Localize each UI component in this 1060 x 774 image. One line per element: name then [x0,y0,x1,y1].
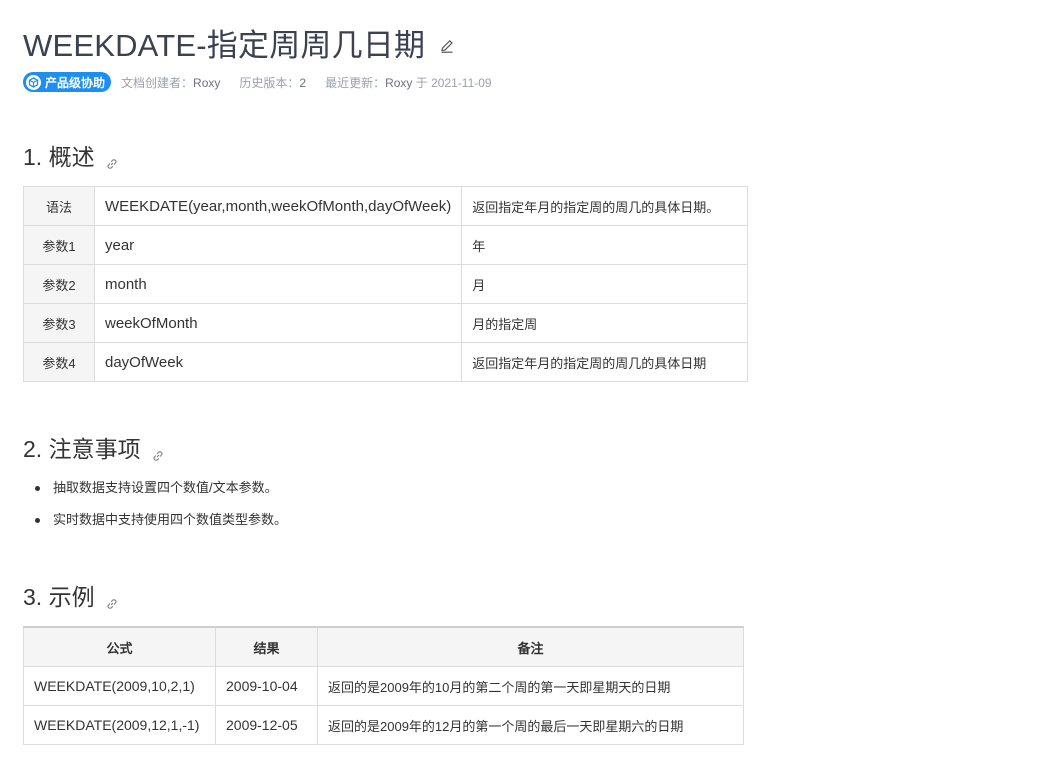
table-row: 语法 WEEKDATE(year,month,weekOfMonth,dayOfW… [23,186,748,226]
badge-label: 产品级协助 [45,75,106,90]
version-number[interactable]: 2 [299,76,306,90]
doc-version: 历史版本：2 [239,74,306,91]
list-item: 抽取数据支持设置四个数值/文本参数。 [23,478,287,510]
notes-list: 抽取数据支持设置四个数值/文本参数。 实时数据中支持使用四个数值类型参数。 [23,478,287,542]
doc-creator: 文档创建者：Roxy [121,74,220,91]
pencil-icon[interactable] [439,38,455,54]
note-cell: 返回的是2009年的10月的第二个周的第一天即星期天的日期 [317,666,744,706]
table-row: 参数4 dayOfWeek 返回指定年月的指定周的周几的具体日期 [23,342,748,382]
param-name-cell: 参数2 [23,264,95,304]
param-desc-cell: 月的指定周 [461,303,748,343]
param-name-cell: 参数4 [23,342,95,382]
table-row: 参数2 month 月 [23,264,748,304]
formula-cell: WEEKDATE(2009,10,2,1) [23,666,216,706]
section-title: 1. 概述 [23,144,95,170]
section-title: 3. 示例 [23,584,95,610]
product-badge[interactable]: 产品级协助 [23,72,112,92]
doc-meta: 产品级协助 文档创建者：Roxy 历史版本：2 最近更新：Roxy 于 2021… [23,72,511,92]
example-table: 公式 结果 备注 WEEKDATE(2009,10,2,1) 2009-10-0… [23,626,744,745]
cube-icon [26,74,41,90]
updated-at: 于 2021-11-09 [415,75,492,90]
formula-cell: WEEKDATE(2009,12,1,-1) [23,705,216,745]
column-header: 公式 [23,626,216,667]
updated-by: Roxy [385,75,413,90]
link-icon[interactable] [105,590,119,609]
section-title: 2. 注意事项 [23,436,141,462]
column-header: 结果 [215,626,318,667]
doc-updated: 最近更新：Roxy 于 2021-11-09 [325,74,492,91]
result-cell: 2009-10-04 [215,666,318,706]
param-name-cell: 参数3 [23,303,95,343]
table-row: 参数3 weekOfMonth 月的指定周 [23,303,748,343]
updated-label: 最近更新： [325,75,386,90]
overview-table: 语法 WEEKDATE(year,month,weekOfMonth,dayOfW… [23,186,748,382]
param-value-cell: weekOfMonth [93,303,463,343]
param-desc-cell: 返回指定年月的指定周的周几的具体日期 [461,342,748,382]
link-icon[interactable] [151,442,165,461]
param-value-cell: month [93,264,463,304]
section-heading-example: 3. 示例 [23,578,119,612]
page-title: WEEKDATE-指定周周几日期 [23,27,426,63]
section-heading-overview: 1. 概述 [23,138,119,172]
param-name-cell: 语法 [23,186,95,226]
creator-label: 文档创建者： [121,75,194,90]
param-name-cell: 参数1 [23,225,95,265]
table-header-row: 公式 结果 备注 [23,626,744,667]
param-value-cell: dayOfWeek [93,342,463,382]
param-value-cell: year [93,225,463,265]
title-row: WEEKDATE-指定周周几日期 [23,22,455,63]
section-heading-notes: 2. 注意事项 [23,430,165,464]
param-desc-cell: 年 [461,225,748,265]
version-label: 历史版本： [239,75,300,90]
list-item: 实时数据中支持使用四个数值类型参数。 [23,510,287,542]
param-desc-cell: 月 [461,264,748,304]
table-row: WEEKDATE(2009,10,2,1) 2009-10-04 返回的是200… [23,666,744,706]
creator-name: Roxy [193,75,221,90]
param-desc-cell: 返回指定年月的指定周的周几的具体日期。 [461,186,748,226]
link-icon[interactable] [105,150,119,169]
note-cell: 返回的是2009年的12月的第一个周的最后一天即星期六的日期 [317,705,744,745]
param-value-cell: WEEKDATE(year,month,weekOfMonth,dayOfWee… [93,186,463,226]
table-row: WEEKDATE(2009,12,1,-1) 2009-12-05 返回的是20… [23,705,744,745]
column-header: 备注 [317,626,744,667]
result-cell: 2009-12-05 [215,705,318,745]
table-row: 参数1 year 年 [23,225,748,265]
